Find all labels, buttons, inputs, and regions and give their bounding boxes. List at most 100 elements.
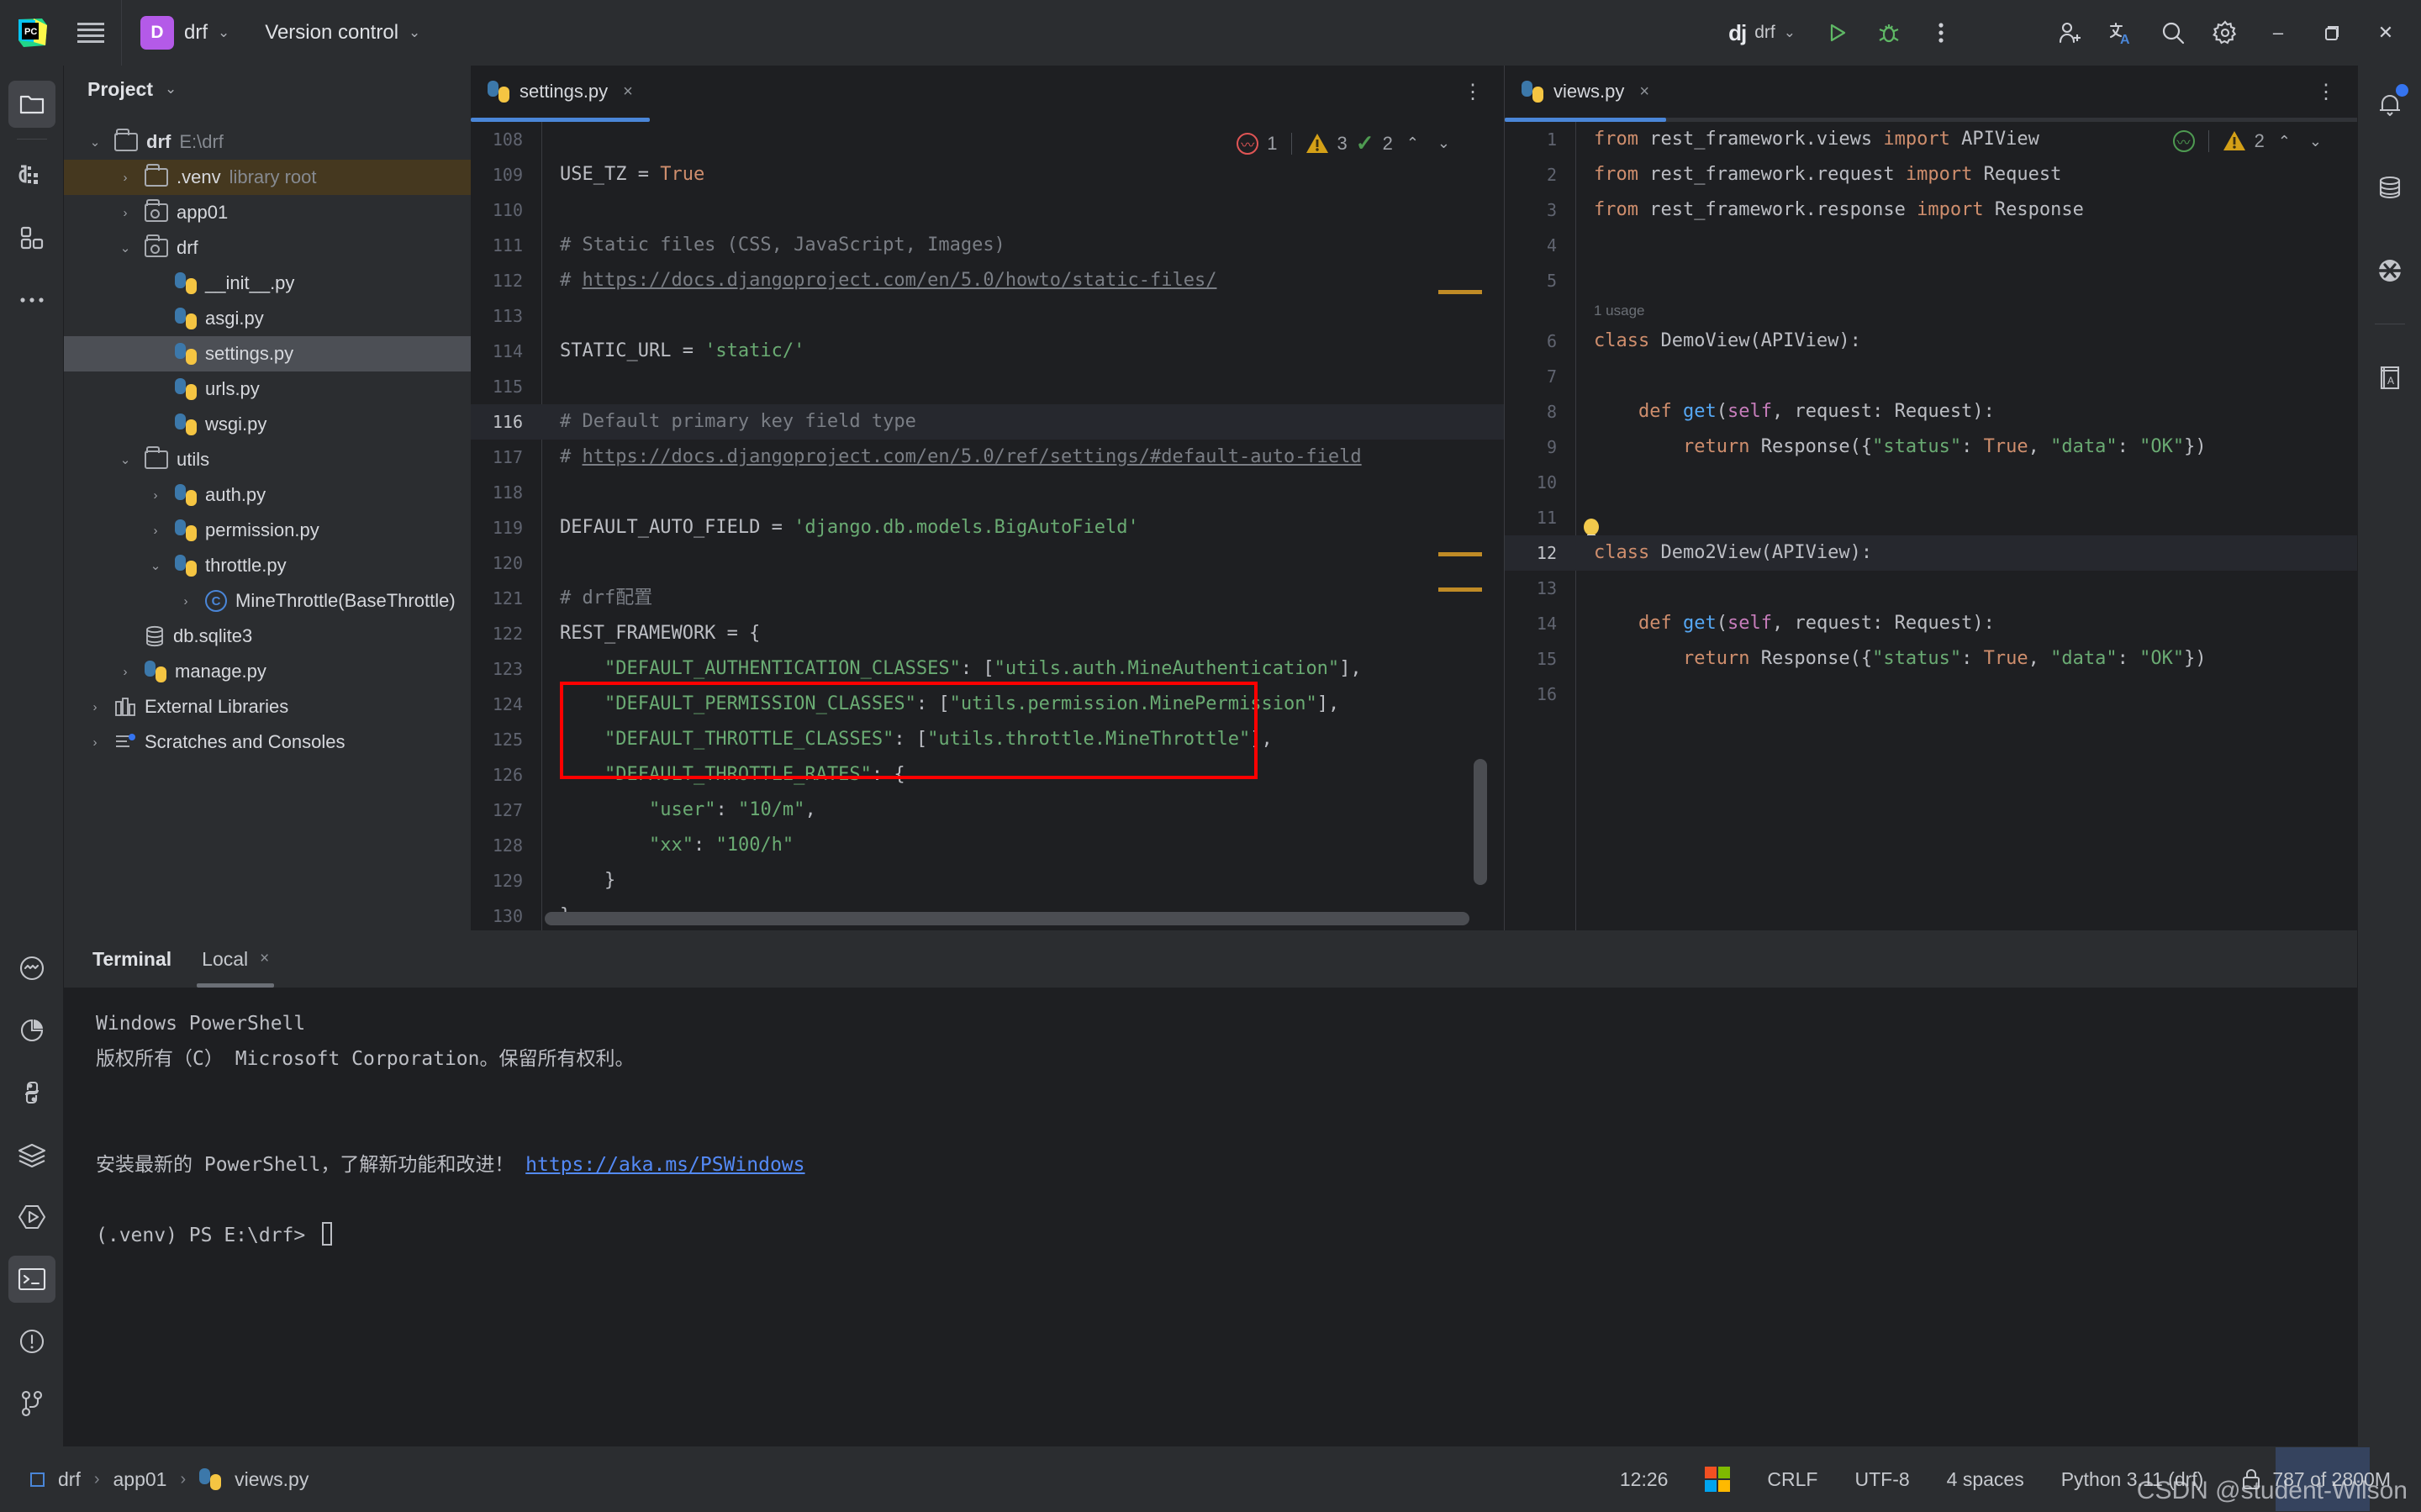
tree-item-urls.py[interactable]: urls.py	[64, 371, 471, 407]
code-line-7[interactable]: 7	[1505, 359, 2357, 394]
code-line-109[interactable]: 109USE_TZ = True	[471, 157, 1504, 192]
code-line-121[interactable]: 121# drf配置	[471, 581, 1504, 616]
code-line-111[interactable]: 111# Static files (CSS, JavaScript, Imag…	[471, 228, 1504, 263]
code-line-123[interactable]: 123 "DEFAULT_AUTHENTICATION_CLASSES": ["…	[471, 651, 1504, 687]
code-viewport-views[interactable]: 〰 2 ⌃ ⌄ 1from rest_framework.views impor…	[1505, 122, 2357, 930]
chevron-right-icon[interactable]: ›	[114, 171, 136, 185]
hamburger-menu-icon[interactable]	[66, 0, 116, 66]
search-icon[interactable]	[2147, 0, 2199, 66]
file-encoding[interactable]: UTF-8	[1854, 1468, 1909, 1491]
code-line-127[interactable]: 127 "user": "10/m",	[471, 793, 1504, 828]
tree-item-permission.py[interactable]: ›permission.py	[64, 513, 471, 548]
django-tool-icon[interactable]	[8, 152, 55, 199]
plugins-tool-icon[interactable]	[8, 214, 55, 261]
code-line-10[interactable]: 10	[1505, 465, 2357, 500]
code-line-15[interactable]: 15 return Response({"status": True, "dat…	[1505, 641, 2357, 677]
chevron-right-icon[interactable]: ›	[114, 665, 136, 679]
editor-scrollbar-vertical-left[interactable]	[1474, 759, 1487, 885]
terminal-output[interactable]: Windows PowerShell版权所有（C） Microsoft Corp…	[64, 988, 2357, 1253]
tab-views-py[interactable]: views.py ×	[1505, 66, 1666, 118]
project-selector[interactable]: D drf ⌄	[121, 0, 236, 66]
memory-indicator[interactable]: 787 of 2800M	[2240, 1467, 2391, 1491]
terminal-tab-local[interactable]: Local ×	[197, 930, 274, 988]
code-line-3[interactable]: 3from rest_framework.response import Res…	[1505, 192, 2357, 228]
code-line-128[interactable]: 128 "xx": "100/h"	[471, 828, 1504, 863]
project-tool-icon[interactable]	[8, 81, 55, 128]
breadcrumb-item-0[interactable]: drf	[58, 1468, 81, 1491]
breadcrumb-item-2[interactable]: views.py	[235, 1468, 309, 1491]
code-line-2[interactable]: 2from rest_framework.request import Requ…	[1505, 157, 2357, 192]
terminal-tool-icon[interactable]	[8, 1256, 55, 1303]
profiler-tool-icon[interactable]	[8, 1007, 55, 1054]
chevron-right-icon[interactable]: ›	[84, 735, 106, 750]
chevron-down-icon[interactable]: ⌄	[2304, 133, 2327, 150]
chevron-down-icon[interactable]: ⌄	[145, 558, 166, 573]
code-line-118[interactable]: 118	[471, 475, 1504, 510]
version-control-icon[interactable]	[8, 1380, 55, 1427]
line-separator[interactable]: CRLF	[1767, 1468, 1817, 1491]
add-user-icon[interactable]	[2043, 0, 2095, 66]
inspection-widget-left[interactable]: 〰 1 3 ✓ 2 ⌃ ⌄	[1237, 130, 1455, 156]
code-line-125[interactable]: 125 "DEFAULT_THROTTLE_CLASSES": ["utils.…	[471, 722, 1504, 757]
tree-item-asgi.py[interactable]: asgi.py	[64, 301, 471, 336]
tree-item-db.sqlite3[interactable]: db.sqlite3	[64, 619, 471, 654]
chevron-down-icon[interactable]: ⌄	[84, 134, 106, 150]
more-vertical-icon[interactable]	[1915, 0, 1967, 66]
chevron-down-icon[interactable]: ⌄	[114, 240, 136, 256]
chevron-right-icon[interactable]: ›	[145, 524, 166, 538]
code-line-5[interactable]: 5	[1505, 263, 2357, 298]
tree-item-scratches-and-consoles[interactable]: ›Scratches and Consoles	[64, 724, 471, 760]
code-line-9[interactable]: 9 return Response({"status": True, "data…	[1505, 429, 2357, 465]
run-configuration-selector[interactable]: dj drf ⌄	[1728, 20, 1796, 46]
cursor-position[interactable]: 12:26	[1620, 1468, 1669, 1491]
breadcrumb-item-1[interactable]: app01	[113, 1468, 167, 1491]
code-line-126[interactable]: 126 "DEFAULT_THROTTLE_RATES": {	[471, 757, 1504, 793]
tree-item-throttle.py[interactable]: ⌄throttle.py	[64, 548, 471, 583]
chevron-down-icon[interactable]: ⌄	[114, 452, 136, 467]
chevron-up-icon[interactable]: ⌃	[2273, 133, 2296, 150]
code-line-117[interactable]: 117# https://docs.djangoproject.com/en/5…	[471, 440, 1504, 475]
tree-item-external-libraries[interactable]: ›External Libraries	[64, 689, 471, 724]
translate-icon[interactable]: A	[2095, 0, 2147, 66]
gear-icon[interactable]	[2199, 0, 2251, 66]
more-vertical-icon[interactable]: ⋮	[1463, 80, 1504, 104]
code-line-11[interactable]: 11	[1505, 500, 2357, 535]
chevron-down-icon[interactable]: ⌄	[1432, 134, 1455, 152]
python-console-icon[interactable]	[8, 1069, 55, 1116]
version-control-menu[interactable]: Version control ⌄	[265, 21, 420, 45]
tree-item-app01[interactable]: ›app01	[64, 195, 471, 230]
close-icon[interactable]: ✕	[2359, 0, 2413, 66]
indent-setting[interactable]: 4 spaces	[1947, 1468, 2024, 1491]
tree-item-__init__.py[interactable]: __init__.py	[64, 266, 471, 301]
tree-item-drf[interactable]: ⌄drf	[64, 230, 471, 266]
x-circle-icon[interactable]	[2366, 247, 2413, 294]
minimize-icon[interactable]: –	[2251, 0, 2305, 66]
database-layers-icon[interactable]	[8, 1131, 55, 1178]
database-icon[interactable]	[2366, 164, 2413, 211]
code-line-129[interactable]: 129 }	[471, 863, 1504, 898]
code-line-4[interactable]: 4	[1505, 228, 2357, 263]
code-viewport-settings[interactable]: 〰 1 3 ✓ 2 ⌃ ⌄ 108109USE_TZ = True110111#…	[471, 122, 1504, 930]
tree-item-.venv[interactable]: ›.venvlibrary root	[64, 160, 471, 195]
run-tool-icon[interactable]	[8, 1193, 55, 1241]
inspection-widget-right[interactable]: 〰 2 ⌃ ⌄	[2173, 130, 2327, 152]
tree-item-settings.py[interactable]: settings.py	[64, 336, 471, 371]
code-line-124[interactable]: 124 "DEFAULT_PERMISSION_CLASSES": ["util…	[471, 687, 1504, 722]
notifications-bell-icon[interactable]	[2366, 81, 2413, 128]
close-icon[interactable]: ×	[623, 82, 633, 102]
chevron-right-icon[interactable]: ›	[175, 594, 197, 608]
code-line-115[interactable]: 115	[471, 369, 1504, 404]
code-line-120[interactable]: 120	[471, 545, 1504, 581]
more-vertical-icon[interactable]: ⋮	[2316, 80, 2357, 104]
problems-tool-icon[interactable]	[8, 945, 55, 992]
code-line-14[interactable]: 14 def get(self, request: Request):	[1505, 606, 2357, 641]
code-line-6[interactable]: 6class DemoView(APIView):	[1505, 324, 2357, 359]
code-line-122[interactable]: 122REST_FRAMEWORK = {	[471, 616, 1504, 651]
more-tools-icon[interactable]	[8, 277, 55, 324]
code-line-13[interactable]: 13	[1505, 571, 2357, 606]
code-line-8[interactable]: 8 def get(self, request: Request):	[1505, 394, 2357, 429]
usage-hint[interactable]: 1 usage	[1505, 298, 2357, 324]
code-line-119[interactable]: 119DEFAULT_AUTO_FIELD = 'django.db.model…	[471, 510, 1504, 545]
code-line-116[interactable]: 116# Default primary key field type	[471, 404, 1504, 440]
chevron-right-icon[interactable]: ›	[114, 206, 136, 220]
